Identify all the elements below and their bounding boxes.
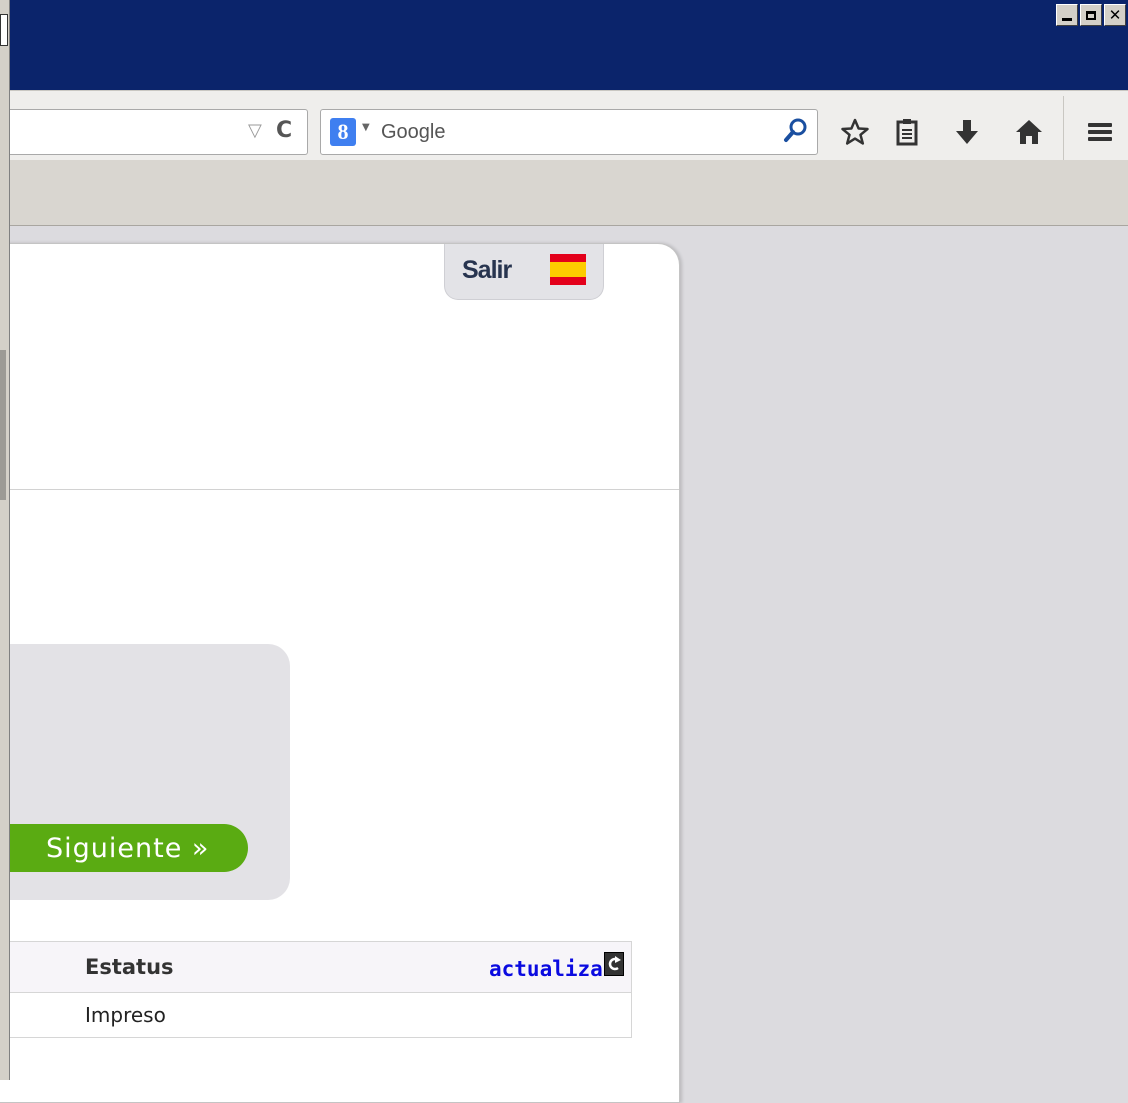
status-table: Estatus actualizar Impreso xyxy=(0,941,632,1038)
form-panel: Siguiente » xyxy=(0,644,290,900)
search-input[interactable]: Google xyxy=(381,121,446,144)
refresh-icon[interactable] xyxy=(604,952,624,976)
google-icon[interactable]: 8 xyxy=(330,118,356,146)
toolbar-separator xyxy=(1063,96,1064,166)
logout-link[interactable]: Salir xyxy=(462,256,512,285)
table-row: Impreso xyxy=(0,993,631,1037)
bookmarks-toolbar xyxy=(0,160,1128,226)
minimize-icon xyxy=(1062,18,1072,21)
page-content-card: Salir Siguiente » Estatus actualizar Imp… xyxy=(0,243,680,1103)
bookmark-star-icon[interactable] xyxy=(838,115,872,149)
window-left-frame xyxy=(0,0,10,1080)
minimize-button[interactable] xyxy=(1056,4,1078,26)
table-header-row: Estatus actualizar xyxy=(0,942,631,993)
reload-icon[interactable]: C xyxy=(276,118,292,143)
history-dropdown-icon[interactable]: ▽ xyxy=(248,120,262,141)
menu-hamburger-icon[interactable] xyxy=(1083,115,1117,149)
window-controls: ✕ xyxy=(1056,4,1126,26)
maximize-button[interactable] xyxy=(1080,4,1102,26)
refresh-link[interactable]: actualizar xyxy=(489,957,615,981)
window-titlebar: ✕ xyxy=(0,0,1128,90)
maximize-icon xyxy=(1086,11,1096,20)
navigation-toolbar: ▽ C 8 ▼ Google xyxy=(0,90,1128,161)
reader-list-icon[interactable] xyxy=(890,115,924,149)
frame-scroll-shadow xyxy=(0,350,6,500)
next-button[interactable]: Siguiente » xyxy=(0,824,248,872)
status-column-header: Estatus xyxy=(85,955,174,979)
home-icon[interactable] xyxy=(1012,115,1046,149)
status-cell: Impreso xyxy=(85,1003,166,1027)
section-divider xyxy=(0,489,679,490)
engine-dropdown-icon[interactable]: ▼ xyxy=(362,122,370,133)
spain-flag-icon[interactable] xyxy=(550,254,586,285)
close-button[interactable]: ✕ xyxy=(1104,4,1126,26)
downloads-arrow-icon[interactable] xyxy=(950,115,984,149)
frame-highlight xyxy=(0,14,8,46)
search-icon[interactable] xyxy=(783,116,809,151)
address-bar[interactable]: ▽ C xyxy=(0,109,308,155)
user-panel: Salir xyxy=(444,244,604,300)
search-bar[interactable]: 8 ▼ Google xyxy=(320,109,818,155)
